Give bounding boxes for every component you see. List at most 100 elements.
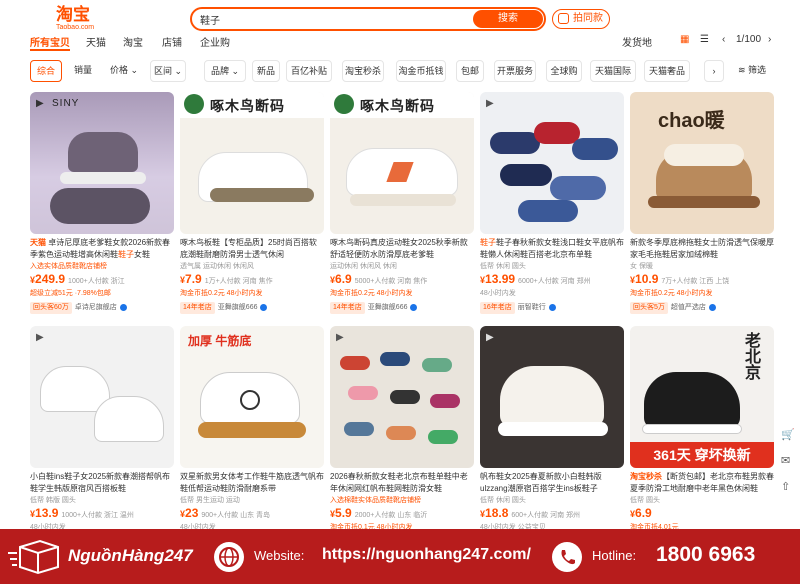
search-button[interactable]: 搜索 [473, 10, 543, 28]
product-image[interactable]: chao暖 [630, 92, 774, 234]
product-image[interactable]: ▶ [480, 92, 624, 234]
tab-tmall[interactable]: 天猫 [86, 34, 106, 49]
filter-new[interactable]: 新品 [252, 60, 280, 82]
product-title[interactable]: 淘宝秒杀【断货包邮】老北京布鞋男款春夏季防滑工地耐磨中老年黑色休闲鞋 [630, 471, 774, 495]
filter-tmall-intl[interactable]: 天猫国际 [590, 60, 636, 82]
filter-subsidy[interactable]: 百亿补贴 [286, 60, 332, 82]
tab-taobao[interactable]: 淘宝 [123, 34, 143, 49]
shop-badge: 16年老店 [480, 302, 515, 314]
product-tags: 低帮 韩版 圆头 [30, 497, 76, 504]
filter-sales[interactable]: 销量 [68, 60, 98, 82]
product-card[interactable]: ▶ SINY 天猫 卓诗尼厚底老爹鞋女款2026新款春季紫色运动鞋增高休闲鞋鞋子… [30, 92, 174, 322]
list-view-icon[interactable]: ☰ [700, 34, 709, 45]
product-title[interactable]: 小白鞋ins鞋子女2025新款春潮搭帮帆布鞋学生韩版原宿风百搭板鞋 [30, 471, 174, 495]
filter-flash-sale[interactable]: 淘宝秒杀 [342, 60, 384, 82]
filter-refine[interactable]: ≋ 筛选 [732, 60, 772, 82]
product-image[interactable]: ▶ SINY [30, 92, 174, 234]
product-card[interactable]: 啄木鸟断码 啄木鸟断码真皮运动鞋女2025秋季新款舒适轻便防水防滑厚底老爹鞋 运… [330, 92, 474, 322]
shop-info[interactable]: 回头客5万 超值严选店 [630, 302, 716, 314]
delivery-filter[interactable]: 发货地 [622, 34, 652, 49]
shop-icon [410, 303, 418, 311]
product-card[interactable]: 啄木鸟断码 啄木鸟板鞋【专柜品质】25时尚百搭软底潮鞋耐磨防滑男士透气休闲 透气… [180, 92, 324, 322]
product-card[interactable]: ▶ 2026春秋新款女鞋老北京布鞋单鞋中老年休闲网红帆布鞋网鞋防滑女鞋 入选棉鞋… [330, 326, 474, 556]
product-card[interactable]: 老北京 361天 穿坏换新 淘宝秒杀【断货包邮】老北京布鞋男款春夏季防滑工地耐磨… [630, 326, 774, 556]
product-title[interactable]: 啄木鸟板鞋【专柜品质】25时尚百搭软底潮鞋耐磨防滑男士透气休闲 [180, 237, 324, 261]
website-link[interactable]: https://nguonhang247.com/ [322, 546, 531, 564]
category-tabs: 所有宝贝 天猫 淘宝 店铺 企业购 发货地 ▦ ☰ ‹ 1/100 › [0, 34, 800, 51]
product-promo: 淘金币抵0.2元 48小时内发 [630, 290, 713, 297]
taobao-logo[interactable]: 淘宝 Taobao.com [56, 6, 104, 34]
filter-scroll-right[interactable]: › [704, 60, 724, 82]
filter-global[interactable]: 全球购 [546, 60, 582, 82]
product-title[interactable]: 啄木鸟断码真皮运动鞋女2025秋季新款舒适轻便防水防滑厚底老爹鞋 [330, 237, 474, 261]
shop-badge: 14年老店 [330, 302, 365, 314]
filter-coin-discount[interactable]: 淘金币抵钱 [396, 60, 446, 82]
product-card[interactable]: 加厚 牛筋底 双星新款男女体考工作鞋牛筋底透气帆布鞋低帮运动鞋防滑耐磨系带 低帮… [180, 326, 324, 556]
filter-range[interactable]: 区间 ⌄ [150, 60, 186, 82]
product-tags: 运动休闲 休闲风 休闲 [330, 263, 397, 270]
product-image[interactable]: ▶ [480, 326, 624, 468]
product-promo: 超级立减51元 ·7.98%包邮 [30, 290, 111, 297]
video-icon: ▶ [336, 332, 344, 343]
shop-info[interactable]: 14年老店 亚舞旗舰666 [180, 302, 268, 314]
prev-page-icon[interactable]: ‹ [722, 34, 725, 45]
product-rank-tag: 入选实体品质鞋靴店铺榜 [30, 263, 107, 270]
footer-brand: NguồnHàng247 [68, 546, 193, 565]
product-image[interactable]: 加厚 牛筋底 [180, 326, 324, 468]
product-title[interactable]: 帆布鞋女2025春夏新款小白鞋韩版ulzzang潮原宿百搭学生ins板鞋子 [480, 471, 624, 495]
product-card[interactable]: ▶ 帆布鞋女2025春夏新款小白鞋韩版ulzzang潮原宿百搭学生ins板鞋子 … [480, 326, 624, 556]
filter-price[interactable]: 价格 ⌄ [104, 60, 144, 82]
feedback-icon[interactable]: ✉ [781, 454, 790, 467]
video-icon: ▶ [486, 332, 494, 343]
shop-badge: 回头客60万 [30, 302, 72, 314]
filter-invoice[interactable]: 开票服务 [494, 60, 536, 82]
product-image[interactable]: ▶ [330, 326, 474, 468]
search-input[interactable] [200, 11, 470, 27]
product-title[interactable]: 新款冬季厚底棉拖鞋女士防滑透气保暖厚家毛毛拖鞋居家加绒棉鞋 [630, 237, 774, 261]
shop-icon [548, 303, 556, 311]
cart-icon[interactable]: 🛒 [781, 428, 795, 441]
tab-all[interactable]: 所有宝贝 [30, 34, 70, 51]
product-card[interactable]: chao暖 新款冬季厚底棉拖鞋女士防滑透气保暖厚家毛毛拖鞋居家加绒棉鞋 女 保暖… [630, 92, 774, 322]
photo-search-button[interactable]: 拍同款 [552, 9, 610, 29]
product-price: ¥249.9 1000+人付款 浙江 [30, 272, 125, 286]
shop-icon [260, 303, 268, 311]
product-title[interactable]: 2026春秋新款女鞋老北京布鞋单鞋中老年休闲网红帆布鞋网鞋防滑女鞋 [330, 471, 474, 495]
hotline-number[interactable]: 1800 6963 [656, 543, 755, 567]
grid-view-icon[interactable]: ▦ [680, 34, 689, 45]
tab-enterprise[interactable]: 企业购 [200, 34, 230, 49]
shop-icon [119, 303, 127, 311]
product-rank-tag: 入选棉鞋实体品质鞋靴店铺榜 [330, 497, 421, 504]
filter-free-shipping[interactable]: 包邮 [456, 60, 484, 82]
product-image[interactable]: 老北京 361天 穿坏换新 [630, 326, 774, 468]
shop-info[interactable]: 14年老店 亚舞旗舰666 [330, 302, 418, 314]
shop-info[interactable]: 回头客60万 卓诗尼旗舰店 [30, 302, 127, 314]
product-price: ¥6.9 5000+人付款 河南 焦作 [330, 272, 428, 286]
product-price: ¥13.9 1000+人付款 浙江 温州 [30, 506, 134, 520]
filter-brand[interactable]: 品牌 ⌄ [204, 60, 246, 82]
product-promo: 淘金币抵0.2元 48小时内发 [180, 290, 263, 297]
tab-shop[interactable]: 店铺 [162, 34, 182, 49]
product-card[interactable]: ▶ 鞋子鞋子春秋新款女鞋浅口鞋女平底帆布鞋懒人休闲鞋百搭老北京布单鞋 低帮 休闲… [480, 92, 624, 322]
product-price: ¥10.9 7万+人付款 江西 上饶 [630, 272, 730, 286]
back-to-top-icon[interactable]: ⇧ [781, 480, 790, 493]
product-image[interactable]: 啄木鸟断码 [180, 92, 324, 234]
woodpecker-logo [184, 94, 204, 114]
product-title[interactable]: 双星新款男女体考工作鞋牛筋底透气帆布鞋低帮运动鞋防滑耐磨系带 [180, 471, 324, 495]
filter-bar: 综合 销量 价格 ⌄ 区间 ⌄ 品牌 ⌄ 新品 百亿补贴 淘宝秒杀 淘金币抵钱 … [0, 60, 800, 84]
filter-comprehensive[interactable]: 综合 [30, 60, 62, 82]
hotline-label: Hotline: [592, 548, 637, 563]
shop-info[interactable]: 16年老店 丽智鞋行 [480, 302, 556, 314]
product-image[interactable]: 啄木鸟断码 [330, 92, 474, 234]
product-price: ¥13.99 6000+人付款 河南 郑州 [480, 272, 591, 286]
product-card[interactable]: ▶ 小白鞋ins鞋子女2025新款春潮搭帮帆布鞋学生韩版原宿风百搭板鞋 低帮 韩… [30, 326, 174, 556]
image-caption: 加厚 牛筋底 [188, 334, 252, 348]
next-page-icon[interactable]: › [768, 34, 771, 45]
product-image[interactable]: ▶ [30, 326, 174, 468]
product-price: ¥23 900+人付款 山东 青岛 [180, 506, 271, 520]
product-tags: 低帮 男生运动 运动 [180, 497, 240, 504]
product-title[interactable]: 鞋子鞋子春秋新款女鞋浅口鞋女平底帆布鞋懒人休闲鞋百搭老北京布单鞋 [480, 237, 624, 261]
product-title[interactable]: 天猫 卓诗尼厚底老爹鞋女款2026新款春季紫色运动鞋增高休闲鞋鞋子女鞋 [30, 237, 174, 261]
filter-tmall-luxury[interactable]: 天猫奢品 [644, 60, 690, 82]
video-icon: ▶ [36, 332, 44, 343]
